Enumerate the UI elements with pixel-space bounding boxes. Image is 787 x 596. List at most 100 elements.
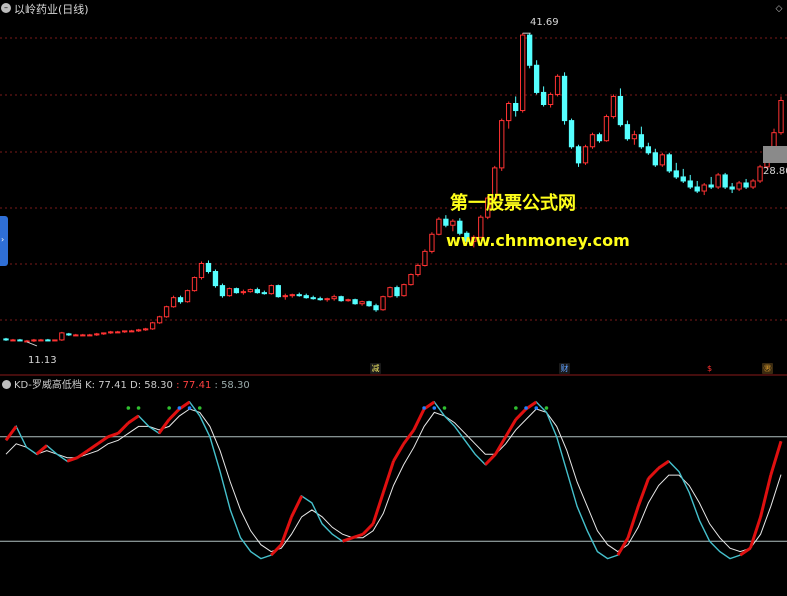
candle-down: [303, 295, 309, 299]
k-rising-segment: [647, 467, 660, 480]
signal-dot: [442, 406, 447, 410]
k-rising-segment: [86, 442, 99, 452]
candle-down: [526, 34, 533, 66]
candle-up: [387, 287, 393, 298]
candle-down: [66, 333, 72, 336]
k-rising-segment: [117, 421, 130, 435]
event-marker-reduce[interactable]: 减: [370, 363, 381, 374]
candle-down: [652, 152, 658, 166]
candle-down: [687, 180, 693, 188]
candle-up: [52, 339, 58, 342]
candle-up: [73, 334, 79, 337]
k-rising-segment: [76, 449, 89, 459]
k-rising-segment: [290, 495, 304, 518]
chart-stage: [0, 0, 787, 596]
hd-value: : 58.30: [214, 380, 250, 391]
signal-dot: [534, 406, 539, 410]
indicator-name: KD-罗威高低档: [14, 380, 82, 391]
candle-up: [115, 331, 121, 334]
candle-up: [401, 284, 407, 297]
candle-down: [177, 297, 184, 303]
k-value: 77.41: [98, 380, 127, 391]
k-rising-segment: [66, 456, 78, 463]
candle-down: [708, 184, 714, 188]
k-rising-segment: [392, 443, 405, 462]
k-rising-segment: [127, 414, 140, 425]
candle-up: [582, 146, 589, 164]
candle-up: [80, 334, 86, 337]
event-marker-dividend[interactable]: $: [704, 363, 715, 374]
k-rising-segment: [107, 431, 119, 439]
k-rising-segment: [412, 408, 426, 431]
candle-up: [184, 290, 191, 303]
candle-down: [624, 124, 631, 140]
minus-circle-icon[interactable]: –: [1, 3, 11, 13]
diamond-icon[interactable]: ◇: [774, 4, 784, 14]
candle-down: [352, 299, 358, 305]
candle-up: [422, 250, 428, 266]
candle-up: [149, 322, 156, 330]
k-rising-segment: [626, 505, 640, 539]
signal-dot: [187, 406, 192, 410]
candle-up: [289, 294, 295, 297]
candle-up: [135, 329, 142, 332]
candle-up: [659, 154, 665, 166]
indicator-settings-icon[interactable]: [2, 380, 11, 389]
candle-up: [506, 103, 512, 122]
k-rising-segment: [157, 418, 171, 435]
candle-up: [163, 306, 170, 318]
candle-up: [415, 264, 421, 276]
candle-down: [533, 64, 540, 93]
candle-up: [610, 95, 617, 118]
candlestick-chart: [0, 32, 787, 560]
candle-up: [750, 180, 756, 188]
candle-down: [233, 288, 240, 294]
candle-down: [666, 154, 672, 172]
candle-up: [59, 332, 65, 341]
candle-up: [547, 93, 554, 106]
chevron-right-icon: ›: [1, 235, 5, 244]
k-rising-segment: [504, 418, 518, 438]
candle-up: [108, 331, 114, 334]
candle-up: [268, 285, 274, 295]
side-panel-toggle[interactable]: ›: [0, 216, 8, 266]
k-rising-segment: [96, 435, 109, 445]
candle-up: [191, 277, 198, 292]
candle-down: [540, 91, 547, 106]
k-rising-segment: [748, 516, 763, 549]
k-label: K:: [85, 380, 95, 391]
watermark-title: 第一股票公式网: [450, 193, 576, 214]
candle-up: [436, 218, 442, 235]
k-rising-segment: [371, 492, 385, 525]
k-line: [5, 401, 782, 560]
candle-down: [645, 146, 652, 154]
candle-up: [10, 339, 16, 342]
candle-up: [247, 289, 254, 293]
low-price-leader: [26, 341, 38, 347]
right-axis-price-label: 28.80: [763, 166, 787, 177]
candle-up: [345, 299, 351, 302]
candle-down: [694, 186, 700, 192]
watermark-url[interactable]: www.chnmoney.com: [446, 231, 630, 251]
candle-up: [499, 120, 505, 169]
event-marker-finance[interactable]: 财: [559, 363, 570, 374]
candle-up: [589, 134, 596, 148]
signal-dot: [514, 406, 518, 410]
candle-up: [736, 182, 742, 190]
candle-up: [429, 233, 435, 252]
candle-down: [575, 146, 582, 164]
candle-down: [3, 338, 9, 341]
event-marker-other[interactable]: ㊚: [762, 363, 773, 374]
candle-up: [87, 334, 93, 337]
candle-down: [261, 292, 267, 295]
candle-up: [129, 330, 135, 333]
candle-down: [219, 285, 226, 297]
candle-up: [778, 99, 784, 134]
indicator-header: KD-罗威高低档 K: 77.41 D: 58.30 : 77.41 : 58.…: [0, 376, 250, 391]
candle-up: [554, 75, 561, 95]
d-value: 58.30: [144, 380, 173, 391]
candle-up: [603, 116, 610, 142]
candle-up: [38, 339, 44, 342]
k-rising-segment: [342, 536, 354, 543]
candle-down: [17, 339, 23, 342]
